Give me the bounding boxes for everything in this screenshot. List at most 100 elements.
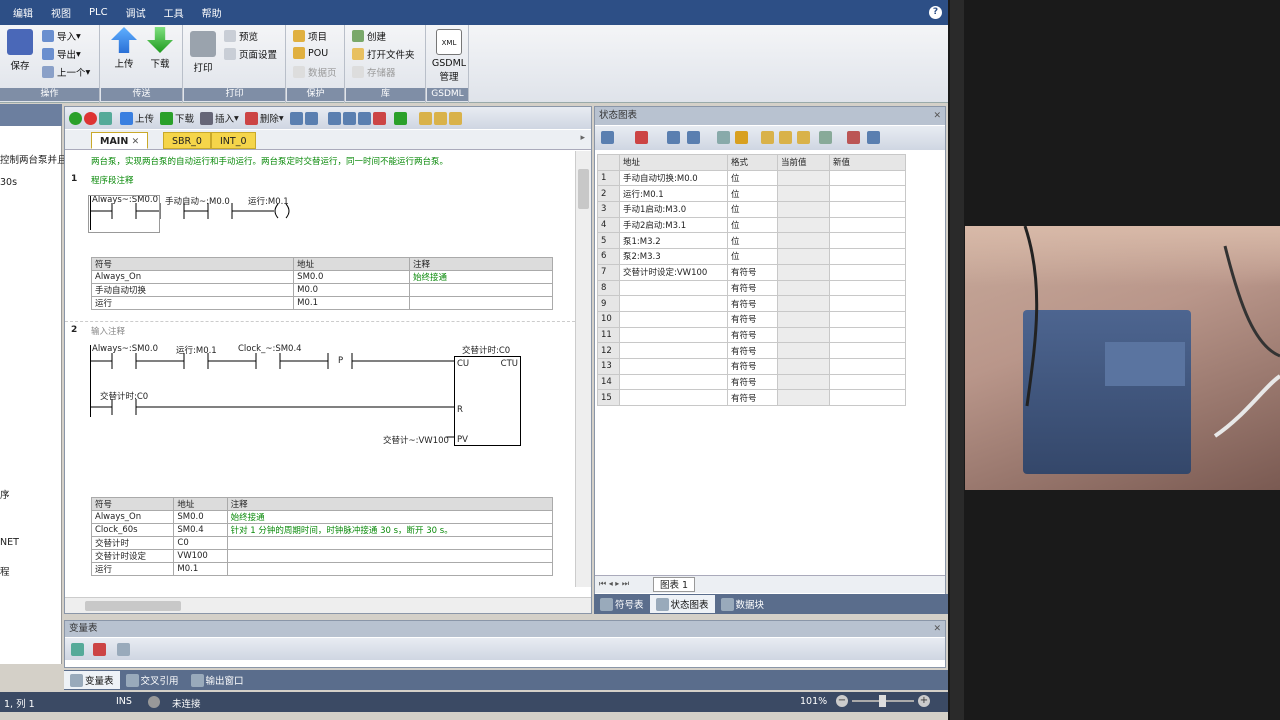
toolbar-icon[interactable] (342, 111, 356, 125)
format-cell[interactable]: 位 (727, 169, 778, 187)
close-icon[interactable]: ✕ (933, 107, 941, 125)
tree-item[interactable]: 序 (0, 487, 10, 501)
current-value-cell[interactable] (777, 232, 830, 250)
upload-button[interactable]: 上传 (109, 27, 139, 70)
new-value-cell[interactable] (829, 185, 906, 203)
status-chart-row[interactable]: 13 有符号 (597, 357, 906, 375)
toolbar-icon[interactable] (372, 111, 386, 125)
download-button[interactable]: 下载 (145, 27, 175, 70)
previous-button[interactable]: 上一个 ▾ (42, 65, 90, 79)
editor-upload-button[interactable]: 上传 (120, 111, 154, 125)
toolbar-icon[interactable] (393, 111, 407, 125)
address-cell[interactable] (619, 389, 728, 406)
new-value-cell[interactable] (829, 279, 906, 297)
import-button[interactable]: 导入 ▾ (42, 29, 81, 43)
new-value-cell[interactable] (829, 169, 906, 187)
zoom-slider-thumb[interactable] (879, 695, 886, 707)
status-chart-row[interactable]: 4 手动2启动:M3.1 位 (597, 216, 906, 234)
address-cell[interactable] (619, 310, 728, 328)
current-value-cell[interactable] (777, 279, 830, 297)
tab-int0[interactable]: INT_0 (211, 132, 256, 149)
run-icon[interactable] (69, 111, 82, 125)
address-cell[interactable]: 手动1启动:M3.0 (619, 201, 728, 218)
row-number-cell[interactable]: 15 (597, 389, 620, 406)
scroll-thumb[interactable] (85, 601, 181, 611)
toolbar-icon[interactable] (448, 111, 462, 125)
status-chart-row[interactable]: 5 泵1:M3.2 位 (597, 232, 906, 250)
zoom-in-icon[interactable]: + (918, 695, 930, 707)
row-number-cell[interactable]: 8 (597, 279, 620, 297)
new-value-cell[interactable] (829, 263, 906, 281)
address-cell[interactable]: 泵1:M3.2 (619, 232, 728, 250)
status-chart-row[interactable]: 14 有符号 (597, 373, 906, 391)
row-number-cell[interactable]: 12 (597, 342, 620, 359)
address-cell[interactable] (619, 295, 728, 312)
status-chart-row[interactable]: 12 有符号 (597, 342, 906, 359)
current-value-cell[interactable] (777, 373, 830, 391)
row-number-cell[interactable]: 7 (597, 263, 620, 281)
status-chart-row[interactable]: 15 有符号 (597, 389, 906, 406)
toolbar-icon[interactable] (418, 111, 432, 125)
tab-output-window[interactable]: 输出窗口 (185, 671, 250, 689)
current-value-cell[interactable] (777, 326, 830, 344)
close-icon[interactable]: ✕ (132, 137, 140, 147)
tab-main[interactable]: MAIN ✕ (91, 132, 149, 149)
protect-pou-button[interactable]: POU (293, 47, 328, 59)
toolbar-icon[interactable] (433, 111, 447, 125)
format-cell[interactable]: 有符号 (727, 279, 778, 297)
delete-row-icon[interactable] (93, 643, 106, 656)
new-value-cell[interactable] (829, 248, 906, 265)
status-chart-row[interactable]: 10 有符号 (597, 310, 906, 328)
new-value-cell[interactable] (829, 201, 906, 218)
chart-icon[interactable] (847, 131, 860, 144)
address-cell[interactable] (619, 342, 728, 359)
tab-variable-table[interactable]: 变量表 (64, 671, 120, 689)
menu-help[interactable]: 帮助 (193, 5, 231, 20)
toolbar-icon[interactable] (779, 131, 792, 144)
address-cell[interactable] (619, 373, 728, 391)
toolbar-icon[interactable] (717, 131, 730, 144)
menu-edit[interactable]: 编辑 (4, 5, 42, 20)
pencil-icon[interactable] (735, 131, 748, 144)
status-chart-row[interactable]: 7 交替计时设定:VW100 有符号 (597, 263, 906, 281)
row-number-cell[interactable]: 14 (597, 373, 620, 391)
row-number-cell[interactable]: 9 (597, 295, 620, 312)
format-cell[interactable]: 位 (727, 216, 778, 234)
new-value-cell[interactable] (829, 232, 906, 250)
menu-debug[interactable]: 调试 (117, 5, 155, 20)
editor-horizontal-scrollbar[interactable] (65, 597, 591, 613)
status-chart-row[interactable]: 3 手动1启动:M3.0 位 (597, 201, 906, 218)
new-value-cell[interactable] (829, 295, 906, 312)
current-value-cell[interactable] (777, 248, 830, 265)
toolbar-icon[interactable] (867, 131, 880, 144)
status-chart-row[interactable]: 6 泵2:M3.3 位 (597, 248, 906, 265)
delete-button[interactable]: 删除 ▾ (244, 111, 284, 125)
page-setup-button[interactable]: 页面设置 (224, 47, 277, 61)
current-value-cell[interactable] (777, 216, 830, 234)
row-number-cell[interactable]: 4 (597, 216, 620, 234)
address-cell[interactable]: 运行:M0.1 (619, 185, 728, 203)
address-cell[interactable]: 手动自动切换:M0.0 (619, 169, 728, 187)
tree-item[interactable]: 控制两台泵并且 (0, 152, 67, 166)
open-folder-button[interactable]: 打开文件夹 (352, 47, 415, 61)
row-number-cell[interactable]: 11 (597, 326, 620, 344)
counter-box[interactable]: CU CTU R PV (454, 356, 521, 446)
toolbar-icon[interactable] (819, 131, 832, 144)
export-button[interactable]: 导出 ▾ (42, 47, 81, 61)
editor-download-button[interactable]: 下载 (160, 111, 194, 125)
network-comment[interactable]: 程序段注释 (91, 174, 134, 186)
protect-data-page-button[interactable]: 数据页 (293, 65, 337, 79)
address-cell[interactable] (619, 357, 728, 375)
sheet-tab-chart1[interactable]: 图表 1 (653, 577, 696, 592)
tree-item[interactable]: NET (0, 537, 19, 548)
delete-icon[interactable] (635, 131, 648, 144)
status-chart-row[interactable]: 8 有符号 (597, 279, 906, 297)
new-value-cell[interactable] (829, 389, 906, 406)
toolbar-icon[interactable] (761, 131, 774, 144)
editor-vertical-scrollbar[interactable] (575, 151, 591, 587)
format-cell[interactable]: 有符号 (727, 342, 778, 359)
new-value-cell[interactable] (829, 342, 906, 359)
format-cell[interactable]: 有符号 (727, 389, 778, 406)
toolbar-icon[interactable] (667, 131, 680, 144)
row-number-cell[interactable]: 1 (597, 169, 620, 187)
